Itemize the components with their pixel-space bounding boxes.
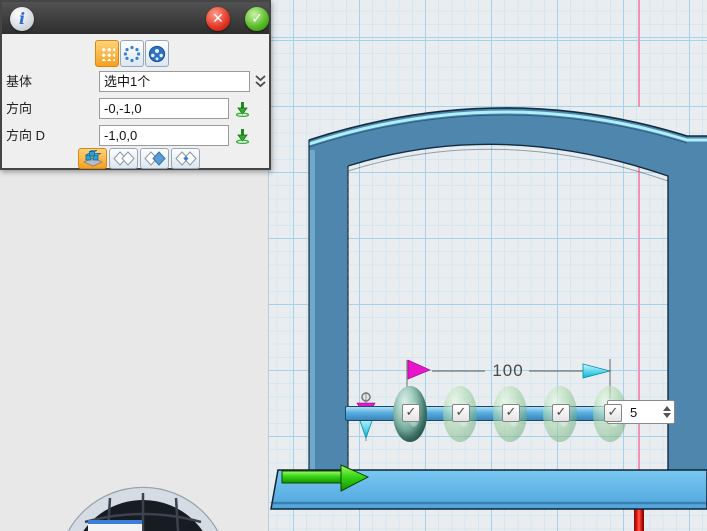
- field-row-base: 基体 选中1个: [2, 71, 273, 92]
- circular-pattern-button[interactable]: [120, 40, 144, 67]
- info-icon[interactable]: i: [10, 7, 34, 31]
- instance-checkbox[interactable]: ✓: [452, 404, 470, 422]
- dimension-flag-handle[interactable]: [408, 360, 430, 379]
- cancel-button[interactable]: ✕: [206, 7, 230, 31]
- diamonds-white-button[interactable]: [109, 148, 138, 169]
- spinner-down-icon[interactable]: [663, 413, 671, 418]
- diamonds-blue-button[interactable]: [140, 148, 169, 169]
- dialog-titlebar: i ✕ ✓: [2, 2, 269, 34]
- pattern-type-tabs: [95, 40, 169, 67]
- field-row-direction: 方向 -0,-1,0: [2, 98, 273, 119]
- field-label: 方向: [6, 98, 32, 119]
- subtract-diamonds-icon: [144, 150, 166, 167]
- count-spinner[interactable]: [660, 401, 674, 423]
- pattern-dialog: i ✕ ✓: [0, 0, 271, 170]
- spherical-pattern-icon: [148, 45, 166, 63]
- instance-checkbox[interactable]: ✓: [604, 404, 622, 422]
- nav-sphere-face-edge: [88, 520, 142, 524]
- instance-checkbox[interactable]: ✓: [552, 404, 570, 422]
- field-label: 方向 D: [6, 125, 45, 146]
- rectangular-pattern-icon: [100, 46, 115, 61]
- pick-direction-icon[interactable]: [235, 128, 250, 144]
- boolean-option-buttons: [78, 148, 200, 169]
- nav-sphere[interactable]: [58, 488, 229, 531]
- dimension-arrow-handle[interactable]: [583, 364, 610, 378]
- instance-checkbox[interactable]: ✓: [502, 404, 520, 422]
- field-label: 基体: [6, 71, 32, 92]
- union-diamonds-icon: [113, 150, 135, 167]
- base-selection-input[interactable]: 选中1个: [99, 71, 250, 92]
- rectangular-pattern-button[interactable]: [95, 40, 119, 67]
- cad-application-window: ✓ ✓ ✓ ✓ 5 ✓ 100 i ✕ ✓: [0, 0, 707, 531]
- instance-checkbox[interactable]: ✓: [402, 404, 420, 422]
- direction-d-input[interactable]: -1,0,0: [99, 125, 229, 146]
- confirm-button[interactable]: ✓: [245, 7, 269, 31]
- direction-input[interactable]: -0,-1,0: [99, 98, 229, 119]
- cyan-handle[interactable]: [359, 418, 373, 438]
- spherical-pattern-button[interactable]: [145, 40, 169, 67]
- diamonds-intersect-button[interactable]: [171, 148, 200, 169]
- spinner-up-icon[interactable]: [663, 406, 671, 411]
- dimension-label[interactable]: 100: [486, 361, 530, 381]
- field-row-direction-d: 方向 D -1,0,0: [2, 125, 273, 146]
- nav-sphere-face: [88, 524, 142, 531]
- merge-solids-button[interactable]: [78, 148, 107, 169]
- pick-direction-icon[interactable]: [235, 101, 250, 117]
- circular-pattern-icon: [123, 45, 141, 63]
- expander-chevrons-icon[interactable]: [253, 74, 268, 90]
- merge-solids-icon: [82, 150, 104, 167]
- intersect-diamonds-icon: [175, 150, 197, 167]
